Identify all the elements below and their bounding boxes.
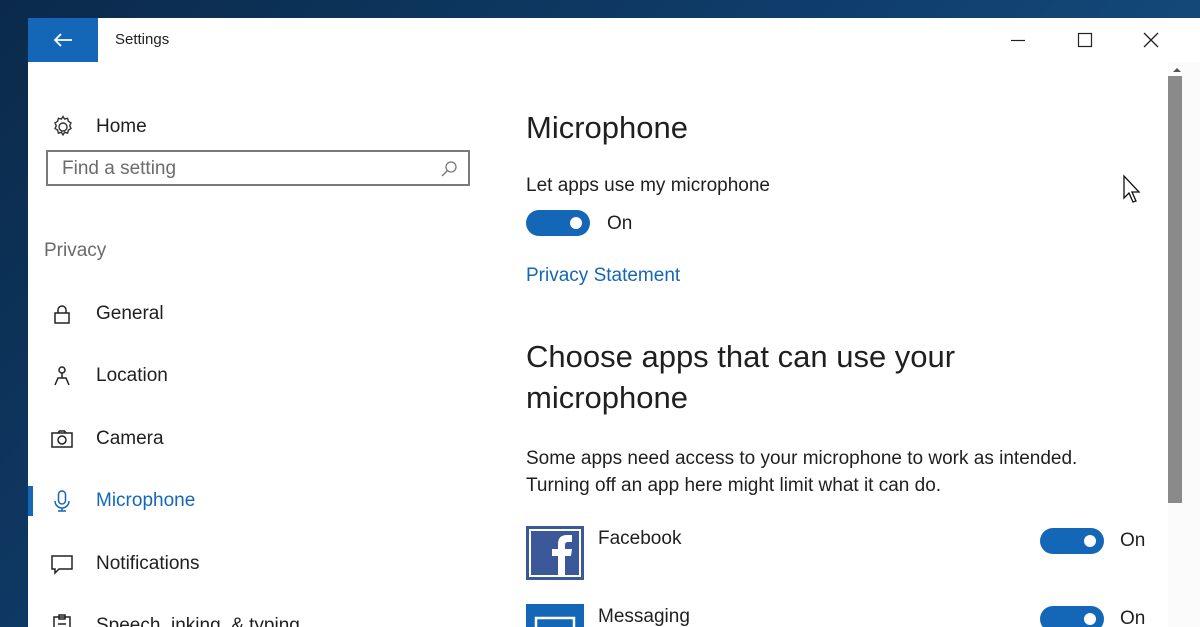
sidebar-item-label: General [96,303,164,324]
maximize-icon [1077,32,1093,48]
home-nav-item[interactable]: Home [50,114,147,140]
microphone-icon [50,489,74,513]
sidebar-item-label: Microphone [96,490,196,511]
lock-icon [50,302,74,326]
sidebar-item-label: Location [96,365,168,386]
allow-apps-state: On [607,213,633,234]
search-input[interactable] [62,158,422,180]
minimize-icon [1011,39,1025,42]
sidebar-item-camera[interactable]: Camera [28,414,498,464]
scrollbar-thumb[interactable] [1168,76,1182,503]
back-arrow-icon [53,33,72,47]
allow-apps-toggle[interactable] [526,210,590,236]
facebook-state: On [1120,530,1146,551]
active-indicator [28,486,33,516]
maximize-button[interactable] [1052,18,1118,62]
home-label: Home [96,116,147,137]
sidebar-item-general[interactable]: General [28,289,498,339]
title-bar: Settings [28,18,1200,62]
app-row-messaging [526,604,584,627]
main-content: Microphone Let apps use my microphone On… [526,62,1166,627]
minimize-button[interactable] [985,18,1051,62]
messaging-icon [526,604,584,627]
chevron-up-icon [1173,68,1181,72]
app-row-facebook [526,526,584,580]
toggle-knob [570,217,582,229]
sidebar-item-label: Notifications [96,553,200,574]
sidebar-item-notifications[interactable]: Notifications [28,539,498,589]
facebook-toggle[interactable] [1040,528,1104,554]
sidebar: Home Privacy General Location [28,62,498,627]
notifications-icon [50,552,74,576]
sidebar-item-label: Camera [96,428,164,449]
allow-apps-label: Let apps use my microphone [526,175,770,196]
facebook-icon [526,526,584,580]
sidebar-item-label: Speech, inking, & typing [96,615,300,627]
apps-heading: Choose apps that can use your microphone [526,339,956,415]
mouse-cursor-icon [1123,174,1141,203]
back-button[interactable] [28,18,98,62]
search-icon [441,161,457,177]
messaging-toggle[interactable] [1040,606,1104,627]
page-title: Microphone [526,110,688,145]
close-icon [1143,32,1159,48]
close-button[interactable] [1118,18,1184,62]
app-name-facebook: Facebook [598,528,682,549]
sidebar-item-speech[interactable]: Speech, inking, & typing [28,601,498,627]
sidebar-item-location[interactable]: Location [28,351,498,401]
app-name-messaging: Messaging [598,606,690,627]
settings-window: Settings Home Find a setting Privacy Gen… [28,18,1200,627]
toggle-knob [1084,535,1096,547]
toggle-knob [1084,613,1096,625]
messaging-state: On [1120,608,1146,627]
apps-description: Some apps need access to your microphone… [526,445,1166,499]
speech-icon [50,614,74,627]
apps-description-line2: Turning off an app here might limit what… [526,475,942,496]
gear-icon [54,115,72,137]
search-box[interactable] [46,150,470,186]
section-heading-privacy: Privacy [44,240,107,261]
window-title: Settings [115,31,170,48]
sidebar-item-microphone[interactable]: Microphone [28,476,498,526]
apps-description-line1: Some apps need access to your microphone… [526,448,1078,469]
location-icon [50,364,74,388]
privacy-statement-link[interactable]: Privacy Statement [526,265,680,287]
camera-icon [50,427,74,451]
